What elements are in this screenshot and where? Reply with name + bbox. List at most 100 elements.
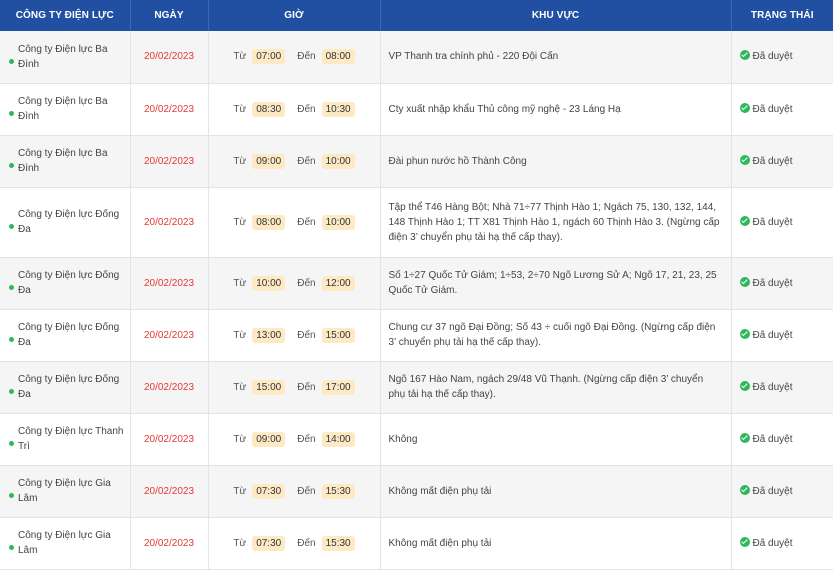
table-header: CÔNG TY ĐIỆN LỰC NGÀY GIỜ KHU VỰC TRẠNG … <box>0 0 833 31</box>
status-badge: Đã duyệt <box>752 537 793 549</box>
time-cell: Từ 10:00 Đến 12:00 <box>208 257 381 310</box>
check-circle-icon <box>739 328 750 339</box>
status-badge: Đã duyệt <box>752 381 793 393</box>
to-time-badge: 15:30 <box>321 483 355 499</box>
from-time-badge: 07:30 <box>252 535 286 551</box>
time-cell: Từ 07:30 Đến 15:30 <box>208 517 381 570</box>
header-area: KHU VỰC <box>380 0 732 31</box>
company-cell: Công ty Điện lực Đống Đa <box>0 361 131 414</box>
status-dot-icon <box>9 441 14 446</box>
from-time-badge: 10:00 <box>252 275 286 291</box>
from-time-badge: 09:00 <box>252 153 286 169</box>
status-badge: Đã duyệt <box>752 277 793 289</box>
to-time-badge: 15:00 <box>321 327 355 343</box>
time-cell: Từ 08:00 Đến 10:00 <box>208 187 381 258</box>
to-time-badge: 10:00 <box>321 214 355 230</box>
area-cell: Cty xuất nhập khẩu Thủ công mỹ nghệ - 23… <box>380 83 732 136</box>
from-label: Từ <box>233 216 247 228</box>
date-cell: 20/02/2023 <box>130 257 209 310</box>
table-row: Công ty Điện lực Ba Đình 20/02/2023 Từ 09… <box>0 135 833 188</box>
to-label: Đến <box>297 329 316 341</box>
header-status: TRẠNG THÁI <box>731 0 833 31</box>
status-badge: Đã duyệt <box>752 51 793 63</box>
area-cell: Đài phun nước hồ Thành Công <box>380 135 732 188</box>
company-name: Công ty Điện lực Đống Đa <box>18 209 120 235</box>
status-cell: Đã duyệt <box>731 517 833 570</box>
status-cell: Đã duyệt <box>731 135 833 188</box>
status-badge: Đã duyệt <box>752 485 793 497</box>
from-label: Từ <box>233 277 247 289</box>
company-cell: Công ty Điện lực Đống Đa <box>0 187 131 258</box>
date-cell: 20/02/2023 <box>130 309 209 362</box>
from-time-badge: 09:00 <box>252 431 286 447</box>
outage-schedule-table: CÔNG TY ĐIỆN LỰC NGÀY GIỜ KHU VỰC TRẠNG … <box>0 0 833 570</box>
date-cell: 20/02/2023 <box>130 187 209 258</box>
company-name: Công ty Điện lực Thanh Trì <box>18 426 124 452</box>
to-time-badge: 10:30 <box>321 101 355 117</box>
check-circle-icon <box>739 484 750 495</box>
date-cell: 20/02/2023 <box>130 413 209 466</box>
time-cell: Từ 08:30 Đến 10:30 <box>208 83 381 136</box>
to-label: Đến <box>297 216 316 228</box>
from-time-badge: 13:00 <box>252 327 286 343</box>
check-circle-icon <box>739 276 750 287</box>
area-cell: Ngõ 167 Hào Nam, ngách 29/48 Vũ Thạnh. (… <box>380 361 732 414</box>
status-cell: Đã duyệt <box>731 309 833 362</box>
time-cell: Từ 09:00 Đến 14:00 <box>208 413 381 466</box>
status-dot-icon <box>9 111 14 116</box>
status-cell: Đã duyệt <box>731 465 833 518</box>
table-row: Công ty Điện lực Đống Đa 20/02/2023 Từ 08… <box>0 187 833 258</box>
status-badge: Đã duyệt <box>752 103 793 115</box>
company-name: Công ty Điện lực Ba Đình <box>18 96 108 122</box>
company-cell: Công ty Điện lực Ba Đình <box>0 135 131 188</box>
check-circle-icon <box>739 50 750 61</box>
company-name: Công ty Điện lực Đống Đa <box>18 322 120 348</box>
company-name: Công ty Điện lực Gia Lâm <box>18 530 111 556</box>
to-label: Đến <box>297 537 316 549</box>
check-circle-icon <box>739 432 750 443</box>
company-cell: Công ty Điện lực Thanh Trì <box>0 413 131 466</box>
area-cell: Chung cư 37 ngõ Đại Đồng; Số 43 ÷ cuối n… <box>380 309 732 362</box>
status-badge: Đã duyệt <box>752 433 793 445</box>
date-cell: 20/02/2023 <box>130 465 209 518</box>
status-cell: Đã duyệt <box>731 187 833 258</box>
status-cell: Đã duyệt <box>731 31 833 84</box>
status-dot-icon <box>9 545 14 550</box>
area-cell: Số 1÷27 Quốc Tử Giám; 1÷53, 2÷70 Ngõ Lươ… <box>380 257 732 310</box>
time-cell: Từ 09:00 Đến 10:00 <box>208 135 381 188</box>
header-company: CÔNG TY ĐIỆN LỰC <box>0 0 131 31</box>
area-cell: VP Thanh tra chính phủ - 220 Đội Cấn <box>380 31 732 84</box>
time-cell: Từ 13:00 Đến 15:00 <box>208 309 381 362</box>
area-cell: Tập thể T46 Hàng Bột; Nhà 71÷77 Thịnh Hà… <box>380 187 732 258</box>
to-label: Đến <box>297 155 316 167</box>
company-cell: Công ty Điện lực Đống Đa <box>0 309 131 362</box>
check-circle-icon <box>739 215 750 226</box>
from-label: Từ <box>233 155 247 167</box>
table-row: Công ty Điện lực Gia Lâm 20/02/2023 Từ 07… <box>0 517 833 570</box>
status-dot-icon <box>9 337 14 342</box>
status-dot-icon <box>9 163 14 168</box>
date-cell: 20/02/2023 <box>130 361 209 414</box>
status-badge: Đã duyệt <box>752 329 793 341</box>
company-cell: Công ty Điện lực Ba Đình <box>0 83 131 136</box>
from-label: Từ <box>233 537 247 549</box>
date-cell: 20/02/2023 <box>130 517 209 570</box>
table-row: Công ty Điện lực Đống Đa 20/02/2023 Từ 10… <box>0 257 833 310</box>
to-time-badge: 10:00 <box>321 153 355 169</box>
company-name: Công ty Điện lực Ba Đình <box>18 148 108 174</box>
table-row: Công ty Điện lực Ba Đình 20/02/2023 Từ 08… <box>0 83 833 136</box>
company-cell: Công ty Điện lực Ba Đình <box>0 31 131 84</box>
table-row: Công ty Điện lực Ba Đình 20/02/2023 Từ 07… <box>0 31 833 84</box>
from-time-badge: 07:30 <box>252 483 286 499</box>
to-label: Đến <box>297 485 316 497</box>
from-time-badge: 08:00 <box>252 214 286 230</box>
to-label: Đến <box>297 51 316 63</box>
to-time-badge: 14:00 <box>321 431 355 447</box>
to-time-badge: 17:00 <box>321 379 355 395</box>
from-label: Từ <box>233 433 247 445</box>
header-time: GIỜ <box>208 0 381 31</box>
status-dot-icon <box>9 58 14 64</box>
company-cell: Công ty Điện lực Gia Lâm <box>0 465 131 518</box>
from-label: Từ <box>233 381 247 393</box>
date-cell: 20/02/2023 <box>130 31 209 84</box>
